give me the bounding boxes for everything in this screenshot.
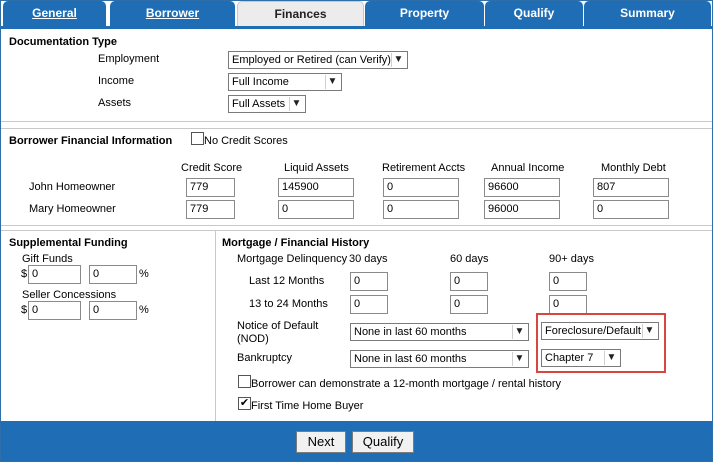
col-liquid-assets: Liquid Assets — [284, 162, 349, 174]
tab-qualify-label: Qualify — [513, 6, 555, 20]
mortgage-history-title: Mortgage / Financial History — [222, 237, 370, 249]
annual-income-input[interactable]: 96000 — [484, 200, 560, 219]
col-credit-score: Credit Score — [181, 162, 243, 174]
tab-borrower-label: Borrower — [145, 6, 200, 20]
income-select-value: Full Income — [232, 76, 289, 88]
chevron-down-icon: ▼ — [512, 325, 526, 339]
chevron-down-icon: ▼ — [325, 75, 339, 89]
col-90-days: 90+ days — [549, 253, 594, 265]
last-12-months-label: Last 12 Months — [249, 275, 325, 287]
qualify-button[interactable]: Qualify — [352, 431, 414, 453]
tab-property-label: Property — [399, 6, 450, 20]
gift-funds-amount-input[interactable]: 0 — [28, 265, 81, 284]
monthly-debt-input[interactable]: 0 — [593, 200, 669, 219]
tab-summary[interactable]: Summary — [584, 1, 711, 27]
annual-income-input[interactable]: 96600 — [484, 178, 560, 197]
seller-concessions-label: Seller Concessions — [22, 289, 117, 301]
monthly-debt-input[interactable]: 807 — [593, 178, 669, 197]
last12-30-input[interactable]: 0 — [350, 272, 388, 291]
col-annual-income: Annual Income — [491, 162, 565, 174]
tab-general-label: General — [32, 6, 77, 20]
percent-sign: % — [139, 304, 149, 316]
tab-general[interactable]: General — [3, 1, 106, 27]
chevron-down-icon: ▼ — [512, 352, 526, 366]
retirement-accts-input[interactable]: 0 — [383, 178, 459, 197]
bankruptcy-select[interactable]: None in last 60 months ▼ — [350, 350, 529, 368]
nod-label-abbr: (NOD) — [237, 333, 269, 345]
gift-funds-pct-input[interactable]: 0 — [89, 265, 137, 284]
tab-finances[interactable]: Finances — [237, 1, 364, 27]
bankruptcy-label: Bankruptcy — [237, 352, 293, 364]
last12-60-input[interactable]: 0 — [450, 272, 488, 291]
section-divider — [215, 230, 216, 421]
credit-score-input[interactable]: 779 — [186, 200, 235, 219]
income-label: Income — [98, 75, 135, 87]
col-60-days: 60 days — [450, 253, 489, 265]
employment-select-value: Employed or Retired (can Verify) — [232, 54, 391, 66]
tab-finances-label: Finances — [274, 7, 327, 21]
assets-select[interactable]: Full Assets ▼ — [228, 95, 306, 113]
rental-history-checkbox[interactable] — [238, 375, 251, 388]
tab-property[interactable]: Property — [365, 1, 484, 27]
credit-score-input[interactable]: 779 — [186, 178, 235, 197]
chevron-down-icon: ▼ — [391, 53, 405, 67]
dollar-sign: $ — [21, 268, 28, 280]
first-time-buyer-checkbox[interactable]: ✔ — [238, 397, 251, 410]
no-credit-scores-label: No Credit Scores — [204, 135, 288, 147]
seller-concessions-pct-input[interactable]: 0 — [89, 301, 137, 320]
13-to-24-months-label: 13 to 24 Months — [249, 298, 328, 310]
last12-90-input[interactable]: 0 — [549, 272, 587, 291]
retirement-accts-input[interactable]: 0 — [383, 200, 459, 219]
tab-summary-label: Summary — [620, 6, 675, 20]
supplemental-title: Supplemental Funding — [9, 237, 128, 249]
tab-borrower[interactable]: Borrower — [110, 1, 235, 27]
assets-label: Assets — [98, 97, 132, 109]
tab-qualify[interactable]: Qualify — [485, 1, 583, 27]
col-30-days: 30 days — [349, 253, 388, 265]
delinquency-label: Mortgage Delinquency — [237, 253, 348, 265]
m13-24-30-input[interactable]: 0 — [350, 295, 388, 314]
no-credit-scores-checkbox[interactable] — [191, 132, 204, 145]
chevron-down-icon: ▼ — [289, 97, 303, 111]
m13-24-60-input[interactable]: 0 — [450, 295, 488, 314]
borrower-financial-title: Borrower Financial Information — [9, 135, 173, 147]
liquid-assets-input[interactable]: 145900 — [278, 178, 354, 197]
bankruptcy-select-value: None in last 60 months — [354, 353, 467, 365]
col-retirement-accts: Retirement Accts — [382, 162, 466, 174]
income-select[interactable]: Full Income ▼ — [228, 73, 342, 91]
first-time-buyer-label: First Time Home Buyer — [251, 400, 364, 412]
nod-select[interactable]: None in last 60 months ▼ — [350, 323, 529, 341]
nod-select-value: None in last 60 months — [354, 326, 467, 338]
highlight-box — [536, 313, 666, 373]
assets-select-value: Full Assets — [232, 98, 286, 110]
gift-funds-label: Gift Funds — [22, 253, 73, 265]
seller-concessions-amount-input[interactable]: 0 — [28, 301, 81, 320]
next-button[interactable]: Next — [296, 431, 346, 453]
borrower-name: Mary Homeowner — [29, 203, 116, 215]
liquid-assets-input[interactable]: 0 — [278, 200, 354, 219]
rental-history-label: Borrower can demonstrate a 12-month mort… — [251, 378, 561, 390]
col-monthly-debt: Monthly Debt — [601, 162, 666, 174]
m13-24-90-input[interactable]: 0 — [549, 295, 587, 314]
percent-sign: % — [139, 268, 149, 280]
documentation-title: Documentation Type — [9, 36, 117, 48]
borrower-name: John Homeowner — [29, 181, 116, 193]
employment-label: Employment — [98, 53, 160, 65]
tab-bar: General Borrower Finances Property Quali… — [1, 1, 712, 27]
nod-label: Notice of Default — [237, 320, 319, 332]
employment-select[interactable]: Employed or Retired (can Verify) ▼ — [228, 51, 408, 69]
dollar-sign: $ — [21, 304, 28, 316]
